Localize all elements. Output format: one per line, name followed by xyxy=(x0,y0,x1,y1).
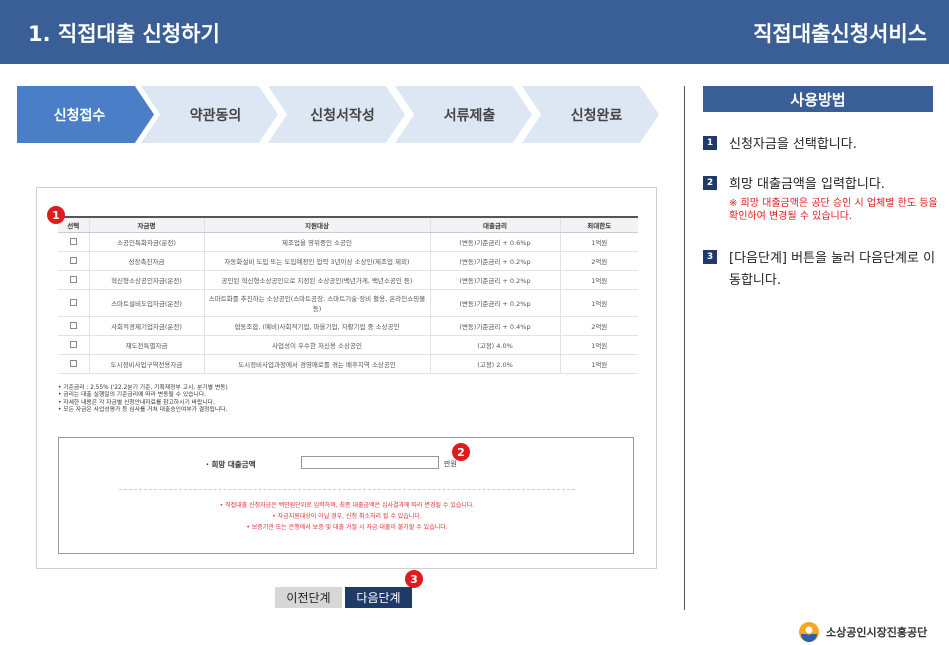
fund-checkbox[interactable] xyxy=(69,341,77,348)
usage-item-3: 3 [다음단계] 버튼을 눌러 다음단계로 이동합니다. xyxy=(703,248,935,298)
usage-text: 신청자금을 선택합니다. xyxy=(729,137,857,152)
usage-text: [다음단계] 버튼을 눌러 다음단계로 이동합니다. xyxy=(729,251,936,288)
amount-input[interactable] xyxy=(301,456,439,469)
col-target: 지원대상 xyxy=(204,216,431,233)
usage-text: 희망 대출금액을 입력합니다. xyxy=(729,177,885,192)
fund-checkbox[interactable] xyxy=(69,257,77,264)
table-row: 재도전특별자금 사업성이 우수한 저신용 소상공인 (고정) 4.0% 1억원 xyxy=(58,335,638,355)
fund-target: 공인된 혁신형소상공인으로 지정된 소상공인(백년가게, 백년소공인 등) xyxy=(204,270,431,290)
fund-name: 사회적경제기업자금(운전) xyxy=(89,316,205,336)
step-apply: 신청접수 xyxy=(17,86,154,143)
next-step-button[interactable]: 다음단계 xyxy=(345,587,412,608)
fund-rate: (고정) 4.0% xyxy=(430,335,561,355)
fund-target: 협동조합, (예비)사회적기업, 마을기업, 자활기업 중 소상공인 xyxy=(204,316,431,336)
amount-unit: 만원 xyxy=(444,460,457,468)
fund-name: 스마트설비도입자금(운전) xyxy=(89,289,205,317)
fund-note: • 모든 자금은 사업성평가 등 심사를 거쳐 대출승인여부가 결정됩니다. xyxy=(58,406,228,413)
usage-note: ※ 희망 대출금액은 공단 승인 시 업체별 한도 등을 확인하여 변경될 수 … xyxy=(729,198,938,222)
fund-name: 도시정비사업구역전용자금 xyxy=(89,354,205,374)
fund-checkbox[interactable] xyxy=(69,322,77,329)
usage-number: 1 xyxy=(703,136,717,150)
table-row: 스마트설비도입자금(운전) 스마트화를 추진하는 소상공인(스마트공장, 스마트… xyxy=(58,289,638,317)
agency-logo-text: 소상공인시장진흥공단 xyxy=(826,626,928,639)
amount-section: 2 · 희망 대출금액 만원 • 직접대출 신청자금은 백만원단위로 입력하며,… xyxy=(58,437,634,554)
agency-logo: 소상공인시장진흥공단 xyxy=(797,620,927,644)
page-header: 1. 직접대출 신청하기 직접대출신청서비스 xyxy=(0,0,949,64)
fund-limit: 1억원 xyxy=(560,354,638,374)
amount-note: • 자금지원대상이 아닐 경우, 신청 취소처리 될 수 있습니다. xyxy=(272,513,422,520)
agency-logo-icon xyxy=(797,620,821,644)
amount-notes: • 직접대출 신청자금은 백만원단위로 입력하며, 최종 대출금액은 심사결과에… xyxy=(59,500,635,533)
fund-limit: 1억원 xyxy=(560,232,638,252)
usage-number: 2 xyxy=(703,176,717,190)
service-title: 직접대출신청서비스 xyxy=(753,22,927,46)
col-rate: 대출금리 xyxy=(430,216,561,233)
fund-limit: 1억원 xyxy=(560,270,638,290)
step-documents: 서류제출 xyxy=(395,86,532,143)
table-row: 사회적경제기업자금(운전) 협동조합, (예비)사회적기업, 마을기업, 자활기… xyxy=(58,316,638,336)
fund-rate: (고정) 2.0% xyxy=(430,354,561,374)
col-fund-name: 자금명 xyxy=(89,216,205,233)
fund-limit: 2억원 xyxy=(560,251,638,271)
fund-target: 스마트화를 추진하는 소상공인(스마트공장, 스마트기술·장비 활용, 온라인쇼… xyxy=(204,289,431,317)
marker-3: 3 xyxy=(405,570,423,588)
amount-label: · 희망 대출금액 xyxy=(206,460,256,469)
usage-number: 3 xyxy=(703,250,717,264)
fund-target: 제조업을 영위중인 소공인 xyxy=(204,232,431,252)
fund-target: 도시정비사업과정에서 경영애로를 겪는 배후지역 소상공인 xyxy=(204,354,431,374)
table-row: 성장촉진자금 자동화설비 도입 또는 도입예정인 업력 3년이상 소상인(제조업… xyxy=(58,251,638,271)
fund-checkbox[interactable] xyxy=(69,238,77,245)
fund-target: 사업성이 우수한 저신용 소상공인 xyxy=(204,335,431,355)
amount-note: • 보증기관 또는 은행에서 보증 및 대출 거절 시 자금 대출이 불가할 수… xyxy=(246,524,448,531)
fund-checkbox[interactable] xyxy=(69,276,77,283)
fund-name: 성장촉진자금 xyxy=(89,251,205,271)
fund-notes: • 기준금리 : 2.55% ('22.2분기 기준, 기획재정부 고시, 분기… xyxy=(58,385,228,414)
fund-rate: (변동)기준금리 + 0.2%p xyxy=(430,270,561,290)
step-terms: 약관동의 xyxy=(141,86,278,143)
panel-divider xyxy=(684,86,685,610)
fund-limit: 2억원 xyxy=(560,316,638,336)
fund-rate: (변동)기준금리 + 0.2%p xyxy=(430,251,561,271)
loan-form-card: 1 선택 자금명 지원대상 대출금리 최대한도 소공인특화자금(운전) 제조업을… xyxy=(36,187,657,569)
prev-step-button[interactable]: 이전단계 xyxy=(275,587,342,608)
marker-1: 1 xyxy=(47,206,65,224)
fund-limit: 1억원 xyxy=(560,335,638,355)
fund-target: 자동화설비 도입 또는 도입예정인 업력 3년이상 소상인(제조업 제외) xyxy=(204,251,431,271)
fund-name: 재도전특별자금 xyxy=(89,335,205,355)
fund-rate: (변동)기준금리 + 0.6%p xyxy=(430,232,561,252)
fund-table: 선택 자금명 지원대상 대출금리 최대한도 소공인특화자금(운전) 제조업을 영… xyxy=(58,216,638,374)
fund-checkbox[interactable] xyxy=(69,360,77,367)
usage-item-1: 1 신청자금을 선택합니다. xyxy=(703,134,935,164)
fund-name: 혁신형소상공인자금(운전) xyxy=(89,270,205,290)
fund-name: 소공인특화자금(운전) xyxy=(89,232,205,252)
col-limit: 최대한도 xyxy=(560,216,638,233)
table-row: 소공인특화자금(운전) 제조업을 영위중인 소공인 (변동)기준금리 + 0.6… xyxy=(58,232,638,252)
fund-limit: 1억원 xyxy=(560,289,638,317)
marker-2: 2 xyxy=(452,443,470,461)
step-application-form: 신청서작성 xyxy=(268,86,405,143)
progress-steps: 신청접수 약관동의 신청서작성 서류제출 신청완료 xyxy=(17,86,662,143)
fund-note: • 금리는 대출 실행일의 기준금리에 따라 변동될 수 있습니다. xyxy=(58,392,206,399)
fund-note: • 자세한 내용은 각 자금별 신청안내자료를 참고하시기 바랍니다. xyxy=(58,399,215,406)
table-row: 도시정비사업구역전용자금 도시정비사업과정에서 경영애로를 겪는 배후지역 소상… xyxy=(58,354,638,374)
fund-checkbox[interactable] xyxy=(69,299,77,306)
usage-item-2: 2 희망 대출금액을 입력합니다. ※ 희망 대출금액은 공단 승인 시 업체별… xyxy=(703,174,938,234)
step-complete: 신청완료 xyxy=(522,86,659,143)
amount-divider xyxy=(119,489,575,490)
table-header-row: 선택 자금명 지원대상 대출금리 최대한도 xyxy=(58,216,638,233)
amount-note: • 직접대출 신청자금은 백만원단위로 입력하며, 최종 대출금액은 심사결과에… xyxy=(219,502,475,509)
usage-title: 사용방법 xyxy=(703,86,933,112)
fund-rate: (변동)기준금리 + 0.2%p xyxy=(430,289,561,317)
page-title: 1. 직접대출 신청하기 xyxy=(28,22,220,46)
fund-rate: (변동)기준금리 + 0.4%p xyxy=(430,316,561,336)
table-row: 혁신형소상공인자금(운전) 공인된 혁신형소상공인으로 지정된 소상공인(백년가… xyxy=(58,270,638,290)
